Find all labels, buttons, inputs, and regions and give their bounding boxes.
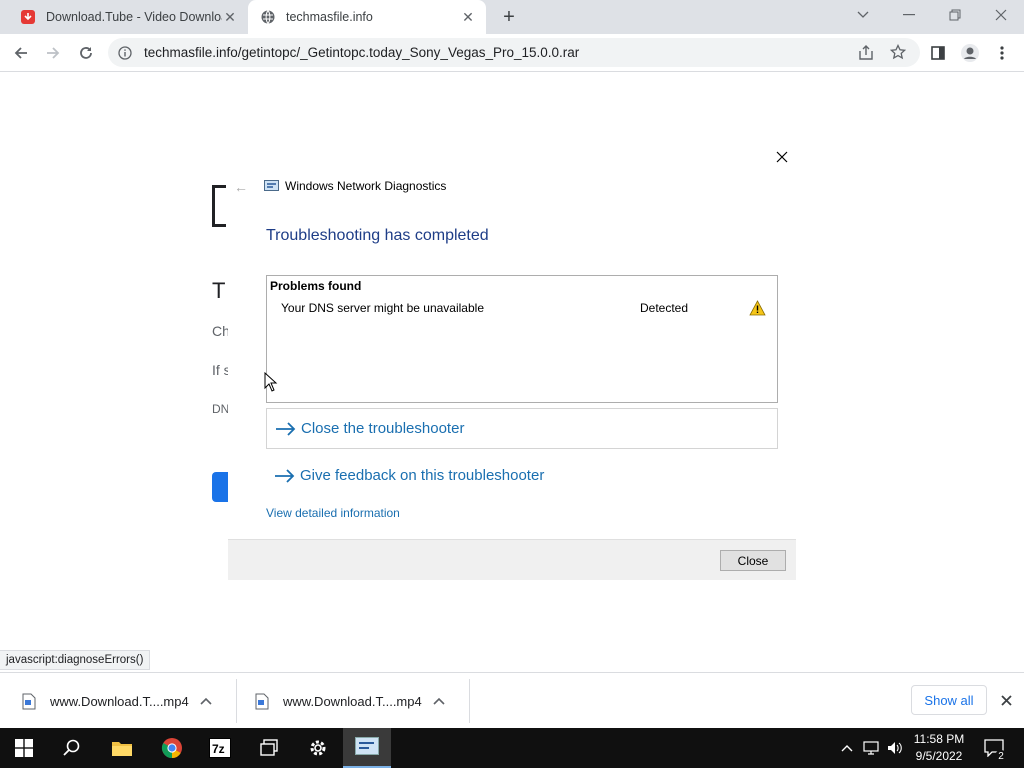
warning-icon	[749, 300, 766, 316]
download-tube-favicon	[21, 10, 35, 24]
restore-icon[interactable]	[942, 4, 968, 26]
close-troubleshooter-option[interactable]: Close the troubleshooter	[266, 408, 778, 449]
download-bar: www.Download.T....mp4 www.Download.T....…	[0, 672, 1024, 728]
bookmark-star-icon[interactable]	[890, 44, 906, 60]
tab-title: Download.Tube - Video Downloa	[46, 10, 222, 24]
settings-icon[interactable]	[294, 728, 342, 768]
new-tab-icon[interactable]: +	[498, 6, 520, 28]
chevron-up-icon[interactable]	[198, 693, 214, 709]
windows-start-icon[interactable]	[0, 728, 48, 768]
forward-icon[interactable]	[40, 40, 66, 66]
mouse-cursor-icon	[264, 372, 278, 392]
show-all-button[interactable]: Show all	[911, 685, 987, 715]
chevron-up-icon[interactable]	[431, 693, 447, 709]
task-view-icon[interactable]	[246, 728, 294, 768]
notification-count-badge: 2	[995, 750, 1007, 762]
download-item[interactable]: www.Download.T....mp4	[22, 673, 214, 729]
windows-taskbar: 7z 11:58 PM 9/5/2022 2	[0, 728, 1024, 768]
minimize-icon[interactable]	[896, 4, 922, 26]
network-diagnostics-icon	[264, 180, 279, 191]
download-filename: www.Download.T....mp4	[283, 693, 422, 709]
show-hidden-icons-chevron-icon[interactable]	[838, 728, 856, 768]
clock-time: 11:58 PM	[913, 732, 965, 746]
give-feedback-option[interactable]: Give feedback on this troubleshooter	[266, 455, 544, 496]
search-icon[interactable]	[48, 728, 96, 768]
7zip-icon[interactable]: 7z	[196, 728, 244, 768]
close-tab-icon[interactable]: ✕	[222, 9, 238, 25]
dialog-window-title: Windows Network Diagnostics	[285, 179, 447, 193]
reload-icon[interactable]	[73, 40, 99, 66]
clock-date: 9/5/2022	[915, 749, 963, 763]
close-tab-icon[interactable]: ✕	[460, 9, 476, 25]
tab-download-tube[interactable]: Download.Tube - Video Downloa ✕	[8, 0, 248, 34]
globe-icon	[261, 10, 275, 24]
dialog-footer: Close	[228, 539, 796, 580]
download-divider	[236, 679, 237, 723]
profile-avatar-icon[interactable]	[957, 40, 983, 66]
file-icon	[22, 693, 36, 709]
address-bar[interactable]: techmasfile.info/getintopc/_Getintopc.to…	[108, 38, 920, 67]
back-icon[interactable]	[8, 40, 34, 66]
volume-icon[interactable]	[884, 728, 906, 768]
problems-found-header: Problems found	[270, 279, 362, 293]
window-close-icon[interactable]	[988, 4, 1014, 26]
tab-title: techmasfile.info	[286, 10, 373, 24]
svg-text:7z: 7z	[212, 742, 225, 756]
dialog-close-icon[interactable]	[772, 147, 792, 167]
close-download-bar-icon[interactable]	[996, 690, 1016, 710]
dialog-heading: Troubleshooting has completed	[266, 227, 489, 244]
network-diagnostics-dialog: ← Windows Network Diagnostics Troublesho…	[228, 135, 796, 580]
error-illustration	[212, 185, 226, 227]
notification-center-icon[interactable]	[982, 728, 1006, 768]
tab-search-icon[interactable]	[850, 4, 876, 26]
file-explorer-icon[interactable]	[98, 728, 146, 768]
view-detailed-information-link[interactable]: View detailed information	[266, 506, 400, 520]
chrome-icon[interactable]	[148, 728, 196, 768]
network-diagnostics-icon[interactable]	[343, 728, 391, 768]
tab-techmasfile[interactable]: techmasfile.info ✕	[248, 0, 486, 34]
problem-status: Detected	[640, 301, 689, 315]
close-troubleshooter-link[interactable]: Close the troubleshooter	[301, 420, 464, 437]
tab-strip: Download.Tube - Video Downloa ✕ techmasf…	[0, 0, 1024, 34]
system-clock[interactable]: 11:58 PM 9/5/2022	[906, 731, 972, 765]
problems-found-panel: Problems found Your DNS server might be …	[266, 275, 778, 403]
network-icon[interactable]	[860, 728, 882, 768]
close-button[interactable]: Close	[720, 550, 786, 571]
error-heading-fragment: T	[212, 278, 226, 303]
download-divider	[469, 679, 470, 723]
download-filename: www.Download.T....mp4	[50, 693, 189, 709]
dialog-back-arrow-icon[interactable]: ←	[234, 179, 248, 195]
side-panel-icon[interactable]	[925, 40, 951, 66]
browser-toolbar: techmasfile.info/getintopc/_Getintopc.to…	[0, 34, 1024, 72]
download-item[interactable]: www.Download.T....mp4	[255, 673, 447, 729]
problem-name[interactable]: Your DNS server might be unavailable	[281, 301, 484, 315]
url-text: techmasfile.info/getintopc/_Getintopc.to…	[144, 45, 580, 60]
arrow-right-icon	[275, 468, 295, 483]
site-info-icon[interactable]	[118, 45, 132, 60]
give-feedback-link[interactable]: Give feedback on this troubleshooter	[300, 467, 544, 484]
menu-kebab-icon[interactable]	[989, 40, 1015, 66]
arrow-right-icon	[276, 421, 296, 436]
error-code-fragment: DN	[212, 402, 230, 416]
status-bar: javascript:diagnoseErrors()	[0, 650, 151, 670]
file-icon	[255, 693, 269, 709]
share-icon[interactable]	[858, 45, 874, 61]
